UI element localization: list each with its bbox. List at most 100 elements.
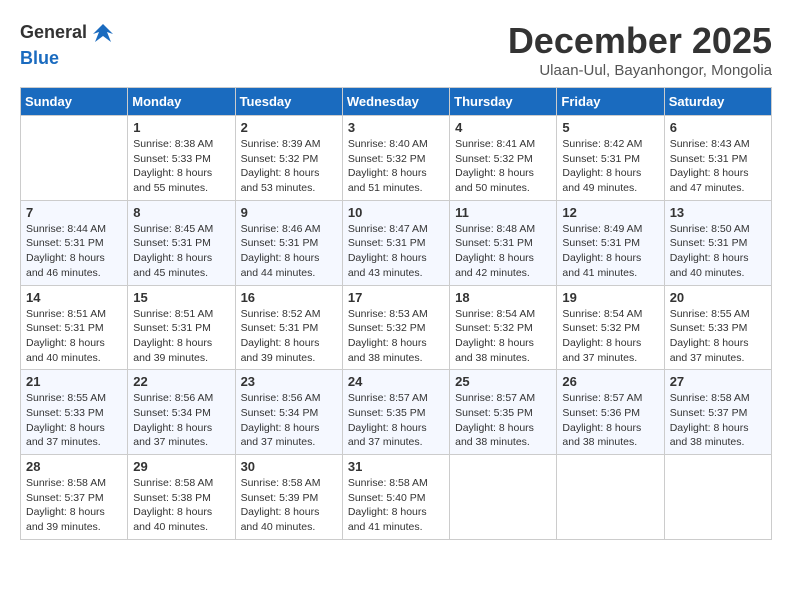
day-info: Sunrise: 8:39 AMSunset: 5:32 PMDaylight:… [241,137,337,196]
day-info: Sunrise: 8:43 AMSunset: 5:31 PMDaylight:… [670,137,766,196]
table-row: 6 Sunrise: 8:43 AMSunset: 5:31 PMDayligh… [664,116,771,201]
day-info: Sunrise: 8:53 AMSunset: 5:32 PMDaylight:… [348,307,444,366]
day-number: 9 [241,205,337,220]
day-info: Sunrise: 8:58 AMSunset: 5:37 PMDaylight:… [26,476,122,535]
logo-blue-label: Blue [20,48,59,68]
logo-bird-icon [89,20,117,48]
table-row [664,455,771,540]
day-info: Sunrise: 8:57 AMSunset: 5:35 PMDaylight:… [348,391,444,450]
table-row: 30 Sunrise: 8:58 AMSunset: 5:39 PMDaylig… [235,455,342,540]
table-row: 31 Sunrise: 8:58 AMSunset: 5:40 PMDaylig… [342,455,449,540]
col-saturday: Saturday [664,88,771,116]
day-info: Sunrise: 8:45 AMSunset: 5:31 PMDaylight:… [133,222,229,281]
day-number: 23 [241,374,337,389]
day-info: Sunrise: 8:40 AMSunset: 5:32 PMDaylight:… [348,137,444,196]
calendar-table: Sunday Monday Tuesday Wednesday Thursday… [20,87,772,540]
day-number: 24 [348,374,444,389]
day-info: Sunrise: 8:47 AMSunset: 5:31 PMDaylight:… [348,222,444,281]
table-row: 14 Sunrise: 8:51 AMSunset: 5:31 PMDaylig… [21,285,128,370]
day-number: 19 [562,290,658,305]
col-monday: Monday [128,88,235,116]
table-row: 10 Sunrise: 8:47 AMSunset: 5:31 PMDaylig… [342,200,449,285]
table-row: 18 Sunrise: 8:54 AMSunset: 5:32 PMDaylig… [450,285,557,370]
day-info: Sunrise: 8:58 AMSunset: 5:38 PMDaylight:… [133,476,229,535]
table-row: 8 Sunrise: 8:45 AMSunset: 5:31 PMDayligh… [128,200,235,285]
table-row: 9 Sunrise: 8:46 AMSunset: 5:31 PMDayligh… [235,200,342,285]
day-info: Sunrise: 8:54 AMSunset: 5:32 PMDaylight:… [562,307,658,366]
day-number: 12 [562,205,658,220]
day-info: Sunrise: 8:54 AMSunset: 5:32 PMDaylight:… [455,307,551,366]
day-info: Sunrise: 8:44 AMSunset: 5:31 PMDaylight:… [26,222,122,281]
table-row: 22 Sunrise: 8:56 AMSunset: 5:34 PMDaylig… [128,370,235,455]
day-info: Sunrise: 8:49 AMSunset: 5:31 PMDaylight:… [562,222,658,281]
table-row: 3 Sunrise: 8:40 AMSunset: 5:32 PMDayligh… [342,116,449,201]
calendar-week-row: 1 Sunrise: 8:38 AMSunset: 5:33 PMDayligh… [21,116,772,201]
day-number: 4 [455,120,551,135]
day-info: Sunrise: 8:57 AMSunset: 5:36 PMDaylight:… [562,391,658,450]
day-number: 3 [348,120,444,135]
day-info: Sunrise: 8:56 AMSunset: 5:34 PMDaylight:… [133,391,229,450]
day-info: Sunrise: 8:46 AMSunset: 5:31 PMDaylight:… [241,222,337,281]
table-row: 2 Sunrise: 8:39 AMSunset: 5:32 PMDayligh… [235,116,342,201]
calendar-week-row: 21 Sunrise: 8:55 AMSunset: 5:33 PMDaylig… [21,370,772,455]
day-number: 21 [26,374,122,389]
day-number: 25 [455,374,551,389]
col-wednesday: Wednesday [342,88,449,116]
location-subtitle: Ulaan-Uul, Bayanhongor, Mongolia [508,62,772,79]
day-info: Sunrise: 8:56 AMSunset: 5:34 PMDaylight:… [241,391,337,450]
day-number: 27 [670,374,766,389]
logo-general-text: General Blue [20,20,119,69]
table-row: 1 Sunrise: 8:38 AMSunset: 5:33 PMDayligh… [128,116,235,201]
day-number: 13 [670,205,766,220]
day-number: 22 [133,374,229,389]
table-row [450,455,557,540]
day-number: 14 [26,290,122,305]
logo: General Blue [20,20,119,69]
logo-general-label: General [20,22,87,42]
table-row: 15 Sunrise: 8:51 AMSunset: 5:31 PMDaylig… [128,285,235,370]
table-row: 19 Sunrise: 8:54 AMSunset: 5:32 PMDaylig… [557,285,664,370]
table-row: 27 Sunrise: 8:58 AMSunset: 5:37 PMDaylig… [664,370,771,455]
day-number: 26 [562,374,658,389]
title-area: December 2025 Ulaan-Uul, Bayanhongor, Mo… [508,20,772,79]
day-number: 18 [455,290,551,305]
day-number: 8 [133,205,229,220]
day-number: 28 [26,459,122,474]
day-number: 15 [133,290,229,305]
day-number: 20 [670,290,766,305]
day-number: 1 [133,120,229,135]
table-row [557,455,664,540]
day-number: 6 [670,120,766,135]
day-info: Sunrise: 8:42 AMSunset: 5:31 PMDaylight:… [562,137,658,196]
calendar-week-row: 7 Sunrise: 8:44 AMSunset: 5:31 PMDayligh… [21,200,772,285]
day-info: Sunrise: 8:50 AMSunset: 5:31 PMDaylight:… [670,222,766,281]
table-row [21,116,128,201]
day-info: Sunrise: 8:55 AMSunset: 5:33 PMDaylight:… [26,391,122,450]
day-number: 10 [348,205,444,220]
col-tuesday: Tuesday [235,88,342,116]
table-row: 7 Sunrise: 8:44 AMSunset: 5:31 PMDayligh… [21,200,128,285]
day-number: 16 [241,290,337,305]
day-info: Sunrise: 8:55 AMSunset: 5:33 PMDaylight:… [670,307,766,366]
col-sunday: Sunday [21,88,128,116]
day-info: Sunrise: 8:48 AMSunset: 5:31 PMDaylight:… [455,222,551,281]
calendar-week-row: 28 Sunrise: 8:58 AMSunset: 5:37 PMDaylig… [21,455,772,540]
day-number: 2 [241,120,337,135]
month-title: December 2025 [508,20,772,62]
table-row: 21 Sunrise: 8:55 AMSunset: 5:33 PMDaylig… [21,370,128,455]
day-info: Sunrise: 8:51 AMSunset: 5:31 PMDaylight:… [26,307,122,366]
table-row: 25 Sunrise: 8:57 AMSunset: 5:35 PMDaylig… [450,370,557,455]
table-row: 28 Sunrise: 8:58 AMSunset: 5:37 PMDaylig… [21,455,128,540]
table-row: 24 Sunrise: 8:57 AMSunset: 5:35 PMDaylig… [342,370,449,455]
table-row: 29 Sunrise: 8:58 AMSunset: 5:38 PMDaylig… [128,455,235,540]
col-thursday: Thursday [450,88,557,116]
day-info: Sunrise: 8:58 AMSunset: 5:37 PMDaylight:… [670,391,766,450]
calendar-week-row: 14 Sunrise: 8:51 AMSunset: 5:31 PMDaylig… [21,285,772,370]
page-header: General Blue December 2025 Ulaan-Uul, Ba… [20,20,772,79]
day-number: 31 [348,459,444,474]
table-row: 20 Sunrise: 8:55 AMSunset: 5:33 PMDaylig… [664,285,771,370]
calendar-header-row: Sunday Monday Tuesday Wednesday Thursday… [21,88,772,116]
table-row: 23 Sunrise: 8:56 AMSunset: 5:34 PMDaylig… [235,370,342,455]
day-info: Sunrise: 8:38 AMSunset: 5:33 PMDaylight:… [133,137,229,196]
day-number: 17 [348,290,444,305]
